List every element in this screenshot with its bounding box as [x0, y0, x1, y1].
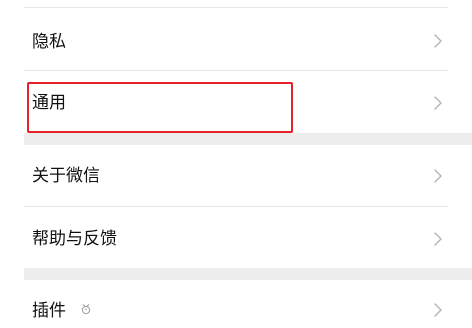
section-gap [24, 133, 472, 145]
settings-item-label: 插件 [32, 301, 66, 321]
plugin-badge-icon [80, 300, 92, 315]
settings-item-plugins[interactable]: 插件 [0, 280, 472, 328]
chevron-right-icon [432, 300, 444, 320]
settings-item-help-feedback[interactable]: 帮助与反馈 [0, 207, 472, 268]
chevron-right-icon [432, 166, 444, 186]
chevron-right-icon [432, 93, 444, 113]
settings-item-label: 关于微信 [32, 166, 100, 186]
settings-item-label: 帮助与反馈 [32, 229, 117, 249]
section-gap [24, 268, 472, 280]
settings-item-about[interactable]: 关于微信 [0, 145, 472, 206]
settings-item-privacy[interactable]: 隐私 [0, 8, 472, 70]
settings-screen: 隐私 通用 关于微信 帮助与反馈 插件 [0, 0, 472, 328]
chevron-right-icon [432, 229, 444, 249]
highlight-box [27, 82, 293, 133]
settings-item-label: 隐私 [32, 32, 66, 52]
chevron-right-icon [432, 31, 444, 51]
